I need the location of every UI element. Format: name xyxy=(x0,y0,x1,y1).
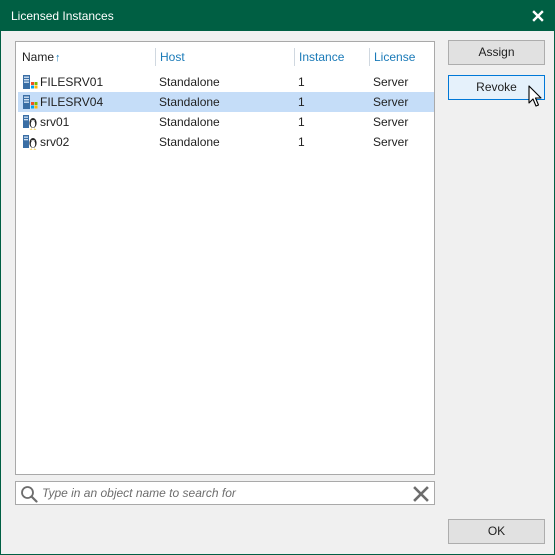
column-header-name-label: Name xyxy=(22,50,55,64)
windows-server-icon xyxy=(23,95,38,109)
row-instance: 1 xyxy=(298,115,305,129)
column-header-license[interactable]: License xyxy=(370,42,434,72)
row-name: srv01 xyxy=(40,115,70,129)
row-name: FILESRV01 xyxy=(40,75,104,89)
close-button[interactable] xyxy=(528,6,548,26)
dialog-title: Licensed Instances xyxy=(11,9,114,23)
row-license: Server xyxy=(373,115,409,129)
column-header-host[interactable]: Host xyxy=(156,42,293,72)
search-box xyxy=(15,481,435,505)
ok-button[interactable]: OK xyxy=(448,519,545,544)
title-bar: Licensed Instances xyxy=(1,1,554,31)
table-row[interactable]: FILESRV04 Standalone 1 Server xyxy=(18,92,434,112)
table-row[interactable]: FILESRV01 Standalone 1 Server xyxy=(18,72,434,92)
windows-server-icon xyxy=(23,75,38,89)
linux-server-icon xyxy=(23,135,37,150)
row-instance: 1 xyxy=(298,135,305,149)
table-row[interactable]: srv01 Standalone 1 Server xyxy=(18,112,434,132)
row-license: Server xyxy=(373,135,409,149)
assign-button[interactable]: Assign xyxy=(448,40,545,65)
column-header-instance[interactable]: Instance xyxy=(295,42,368,72)
row-name: FILESRV04 xyxy=(40,95,104,109)
search-icon xyxy=(21,486,38,503)
row-host: Standalone xyxy=(159,135,220,149)
search-input[interactable] xyxy=(42,483,402,503)
clear-search-icon[interactable] xyxy=(412,485,430,503)
instances-list[interactable]: Name↑ Host Instance License FILESRV01 Sta… xyxy=(15,41,435,475)
row-host: Standalone xyxy=(159,95,220,109)
row-host: Standalone xyxy=(159,75,220,89)
row-instance: 1 xyxy=(298,95,305,109)
licensed-instances-dialog: Licensed Instances Name↑ Host Instance L… xyxy=(0,0,555,555)
row-license: Server xyxy=(373,75,409,89)
row-name: srv02 xyxy=(40,135,70,149)
sort-ascending-icon: ↑ xyxy=(55,52,61,64)
row-instance: 1 xyxy=(298,75,305,89)
table-row[interactable]: srv02 Standalone 1 Server xyxy=(18,132,434,152)
row-license: Server xyxy=(373,95,409,109)
row-host: Standalone xyxy=(159,115,220,129)
column-header-name[interactable]: Name↑ xyxy=(18,42,154,72)
close-icon xyxy=(532,10,544,22)
revoke-button[interactable]: Revoke xyxy=(448,75,545,100)
linux-server-icon xyxy=(23,115,37,130)
